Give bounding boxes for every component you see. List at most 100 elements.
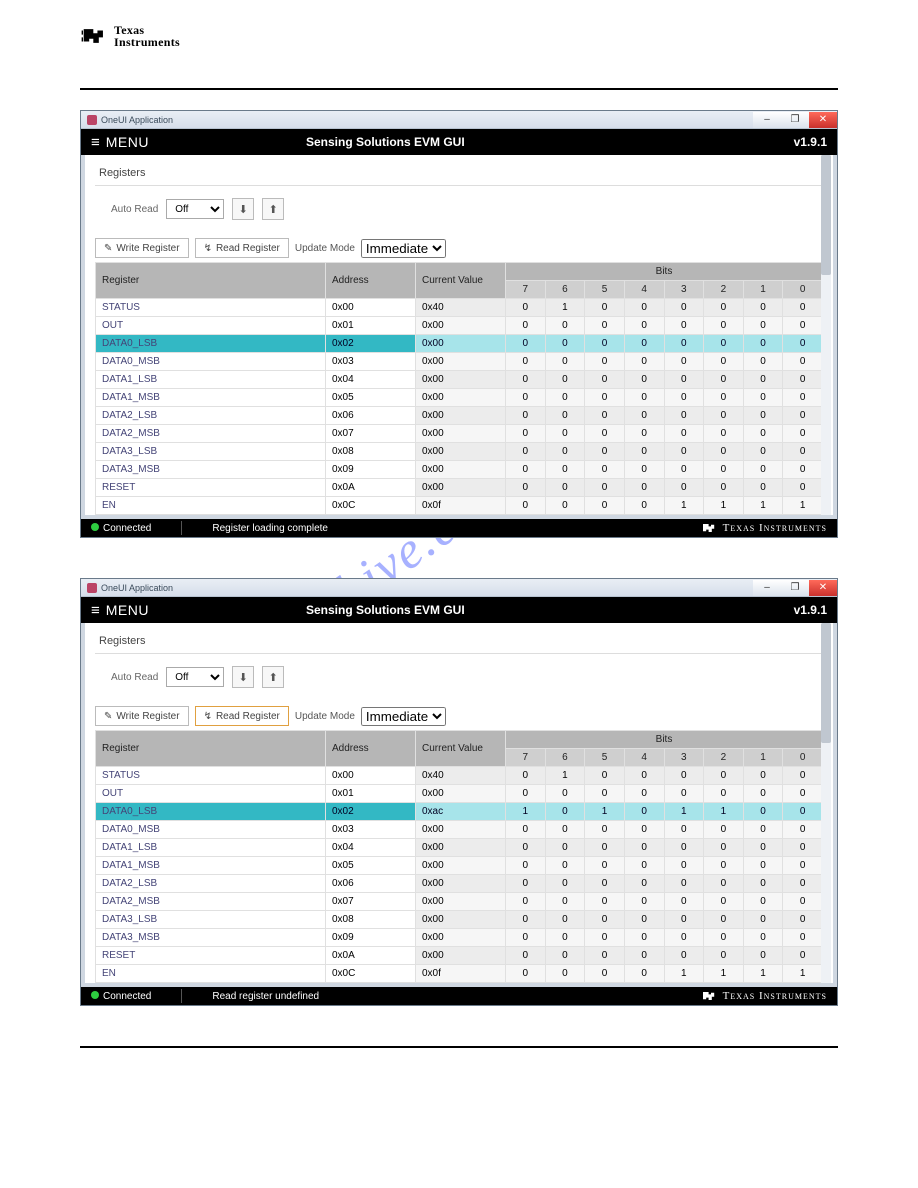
bit-cell[interactable]: 0 xyxy=(585,965,625,983)
register-row[interactable]: DATA1_MSB 0x05 0x00 00000000 xyxy=(96,857,823,875)
bit-cell[interactable]: 0 xyxy=(585,425,625,443)
register-name[interactable]: RESET xyxy=(96,947,326,965)
bit-cell[interactable]: 0 xyxy=(783,893,823,911)
register-name[interactable]: OUT xyxy=(96,317,326,335)
bit-cell[interactable]: 0 xyxy=(743,839,783,857)
bit-cell[interactable]: 0 xyxy=(585,839,625,857)
register-name[interactable]: DATA2_MSB xyxy=(96,425,326,443)
bit-cell[interactable]: 0 xyxy=(664,299,704,317)
bit-cell[interactable]: 0 xyxy=(743,335,783,353)
minimize-button[interactable]: – xyxy=(753,112,781,128)
register-name[interactable]: DATA0_LSB xyxy=(96,803,326,821)
register-name[interactable]: DATA1_MSB xyxy=(96,857,326,875)
register-name[interactable]: DATA0_MSB xyxy=(96,821,326,839)
bit-cell[interactable]: 0 xyxy=(624,911,664,929)
bit-cell[interactable]: 0 xyxy=(545,479,585,497)
bit-cell[interactable]: 0 xyxy=(783,479,823,497)
bit-cell[interactable]: 0 xyxy=(783,389,823,407)
bit-cell[interactable]: 0 xyxy=(624,947,664,965)
bit-cell[interactable]: 0 xyxy=(545,893,585,911)
bit-cell[interactable]: 0 xyxy=(585,389,625,407)
bit-cell[interactable]: 0 xyxy=(545,371,585,389)
bit-cell[interactable]: 0 xyxy=(783,353,823,371)
bit-cell[interactable]: 0 xyxy=(545,875,585,893)
bit-cell[interactable]: 0 xyxy=(743,461,783,479)
bit-cell[interactable]: 0 xyxy=(664,785,704,803)
bit-cell[interactable]: 0 xyxy=(506,767,546,785)
bit-cell[interactable]: 0 xyxy=(704,767,744,785)
bit-cell[interactable]: 0 xyxy=(545,497,585,515)
register-row[interactable]: DATA1_MSB 0x05 0x00 00000000 xyxy=(96,389,823,407)
bit-cell[interactable]: 0 xyxy=(585,785,625,803)
bit-cell[interactable]: 0 xyxy=(783,299,823,317)
bit-cell[interactable]: 0 xyxy=(624,335,664,353)
bit-cell[interactable]: 0 xyxy=(664,443,704,461)
bit-cell[interactable]: 0 xyxy=(624,371,664,389)
autoread-select[interactable]: Off xyxy=(166,199,224,219)
bit-cell[interactable]: 0 xyxy=(585,929,625,947)
bit-cell[interactable]: 0 xyxy=(664,479,704,497)
register-name[interactable]: DATA1_LSB xyxy=(96,371,326,389)
bit-cell[interactable]: 0 xyxy=(704,425,744,443)
bit-cell[interactable]: 0 xyxy=(545,353,585,371)
register-row[interactable]: OUT 0x01 0x00 00000000 xyxy=(96,317,823,335)
bit-cell[interactable]: 0 xyxy=(585,875,625,893)
register-row[interactable]: RESET 0x0A 0x00 00000000 xyxy=(96,947,823,965)
register-name[interactable]: DATA1_LSB xyxy=(96,839,326,857)
bit-cell[interactable]: 0 xyxy=(704,335,744,353)
bit-cell[interactable]: 0 xyxy=(743,443,783,461)
bit-cell[interactable]: 0 xyxy=(545,929,585,947)
bit-cell[interactable]: 0 xyxy=(506,443,546,461)
bit-cell[interactable]: 1 xyxy=(506,803,546,821)
bit-cell[interactable]: 0 xyxy=(624,461,664,479)
hamburger-icon[interactable]: ≡ xyxy=(91,603,100,618)
bit-cell[interactable]: 1 xyxy=(743,497,783,515)
register-row[interactable]: DATA0_LSB 0x02 0x00 00000000 xyxy=(96,335,823,353)
bit-cell[interactable]: 0 xyxy=(585,911,625,929)
bit-cell[interactable]: 0 xyxy=(743,929,783,947)
write-register-button[interactable]: ✎ Write Register xyxy=(95,238,189,258)
bit-cell[interactable]: 0 xyxy=(545,785,585,803)
minimize-button[interactable]: – xyxy=(753,580,781,596)
bit-cell[interactable]: 0 xyxy=(704,443,744,461)
register-name[interactable]: DATA0_LSB xyxy=(96,335,326,353)
bit-cell[interactable]: 0 xyxy=(624,479,664,497)
bit-cell[interactable]: 0 xyxy=(545,425,585,443)
bit-cell[interactable]: 0 xyxy=(506,317,546,335)
bit-cell[interactable]: 1 xyxy=(783,497,823,515)
bit-cell[interactable]: 0 xyxy=(704,299,744,317)
bit-cell[interactable]: 0 xyxy=(783,821,823,839)
bit-cell[interactable]: 0 xyxy=(783,947,823,965)
register-row[interactable]: DATA2_MSB 0x07 0x00 00000000 xyxy=(96,893,823,911)
bit-cell[interactable]: 0 xyxy=(624,443,664,461)
register-name[interactable]: EN xyxy=(96,965,326,983)
bit-cell[interactable]: 1 xyxy=(704,965,744,983)
register-row[interactable]: DATA0_MSB 0x03 0x00 00000000 xyxy=(96,353,823,371)
bit-cell[interactable]: 0 xyxy=(743,371,783,389)
close-button[interactable]: ✕ xyxy=(809,580,837,596)
bit-cell[interactable]: 0 xyxy=(704,839,744,857)
bit-cell[interactable]: 1 xyxy=(783,965,823,983)
bit-cell[interactable]: 0 xyxy=(664,893,704,911)
write-register-button[interactable]: ✎ Write Register xyxy=(95,706,189,726)
close-button[interactable]: ✕ xyxy=(809,112,837,128)
bit-cell[interactable]: 0 xyxy=(704,479,744,497)
bit-cell[interactable]: 0 xyxy=(585,317,625,335)
menu-label[interactable]: MENU xyxy=(106,134,149,150)
bit-cell[interactable]: 0 xyxy=(506,785,546,803)
bit-cell[interactable]: 0 xyxy=(585,299,625,317)
bit-cell[interactable]: 0 xyxy=(783,407,823,425)
register-name[interactable]: DATA3_MSB xyxy=(96,461,326,479)
bit-cell[interactable]: 0 xyxy=(545,407,585,425)
bit-cell[interactable]: 0 xyxy=(664,353,704,371)
bit-cell[interactable]: 0 xyxy=(743,389,783,407)
bit-cell[interactable]: 0 xyxy=(743,785,783,803)
bit-cell[interactable]: 0 xyxy=(664,407,704,425)
maximize-button[interactable]: ❐ xyxy=(781,580,809,596)
upload-button[interactable]: ⬆ xyxy=(262,198,284,220)
bit-cell[interactable]: 0 xyxy=(743,875,783,893)
bit-cell[interactable]: 0 xyxy=(783,857,823,875)
bit-cell[interactable]: 0 xyxy=(585,497,625,515)
bit-cell[interactable]: 0 xyxy=(506,335,546,353)
bit-cell[interactable]: 0 xyxy=(545,803,585,821)
